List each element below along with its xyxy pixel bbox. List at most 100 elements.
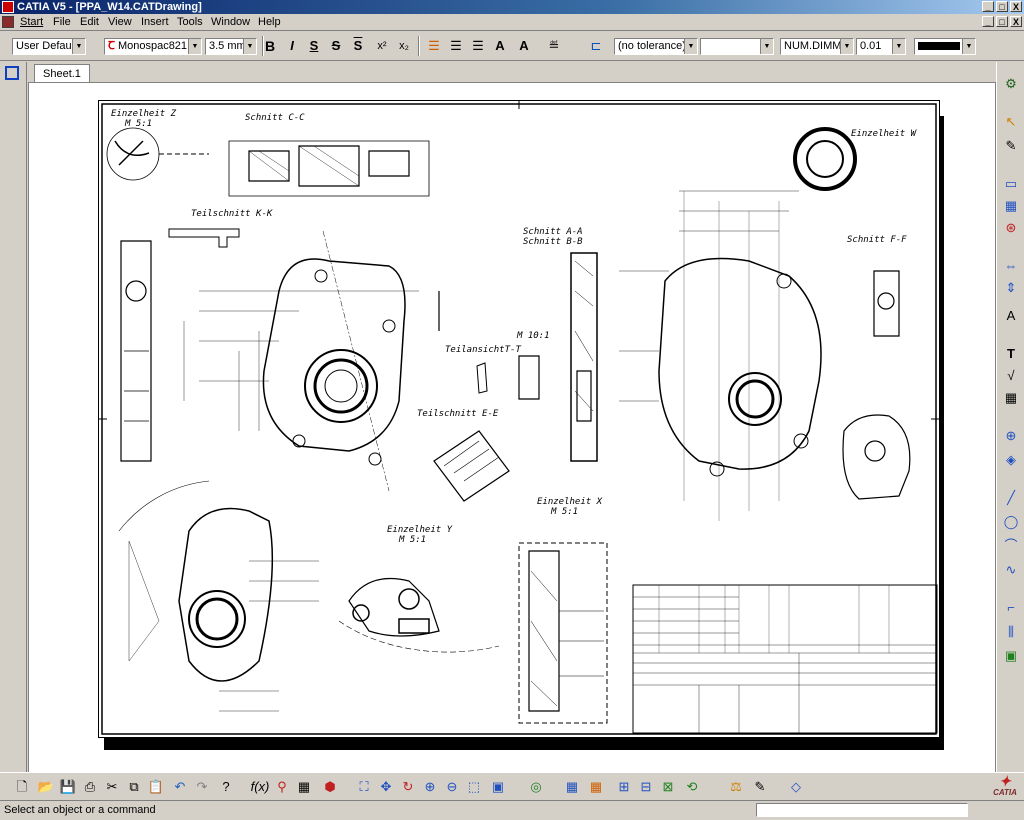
dimension-tools-icon[interactable]: ⇕ — [1001, 278, 1021, 298]
zoom-out-icon[interactable]: ⊖ — [442, 777, 462, 797]
help-icon[interactable]: ? — [216, 777, 236, 797]
views-icon[interactable]: ▦ — [1001, 196, 1021, 216]
select-arrow-icon[interactable]: ↖ — [1001, 112, 1021, 132]
numerical-format-combo[interactable]: NUM.DIMM ▼ — [780, 38, 854, 55]
minimize-button[interactable]: _ — [982, 1, 994, 12]
table-icon[interactable]: ▦ — [1001, 388, 1021, 408]
new-sheet-icon[interactable]: ▭ — [1001, 174, 1021, 194]
chevron-down-icon[interactable]: ▼ — [243, 39, 256, 54]
overline-button[interactable]: S — [348, 36, 368, 56]
menu-start[interactable]: Start — [20, 15, 43, 29]
zoom-in-icon[interactable]: ⊕ — [420, 777, 440, 797]
catalog-icon[interactable]: ⬢ — [320, 777, 340, 797]
label-einzelheit-z[interactable]: Einzelheit Z — [111, 109, 176, 119]
menu-tools[interactable]: Tools — [177, 15, 203, 29]
document-icon[interactable] — [2, 16, 14, 28]
label-teilschnitt-kk[interactable]: Teilschnitt K-K — [191, 209, 272, 219]
strikethrough-button[interactable]: S — [326, 36, 346, 56]
label-schnitt-aa[interactable]: Schnitt A-A — [523, 227, 583, 237]
3d-view-icon[interactable]: ◇ — [786, 777, 806, 797]
bold-button[interactable]: B — [260, 36, 280, 56]
label-teilschnitt-ee[interactable]: Teilschnitt E-E — [417, 409, 498, 419]
tab-sheet-1[interactable]: Sheet.1 — [34, 64, 90, 83]
chevron-down-icon[interactable]: ▼ — [684, 39, 697, 54]
menu-help[interactable]: Help — [258, 15, 281, 29]
constraints-icon[interactable]: ⊞ — [614, 777, 634, 797]
copy-icon[interactable]: ⧉ — [124, 777, 144, 797]
menu-file[interactable]: File — [53, 15, 71, 29]
label-einzelheit-y[interactable]: Einzelheit Y — [387, 525, 452, 535]
label-einzelheit-x[interactable]: Einzelheit X — [537, 497, 602, 507]
menu-edit[interactable]: Edit — [80, 15, 99, 29]
label-schnitt-ff[interactable]: Schnitt F-F — [847, 235, 907, 245]
label-scale-z[interactable]: M 5:1 — [125, 119, 152, 129]
tolerance-value-combo[interactable]: ▼ — [700, 38, 774, 55]
text-icon[interactable]: A — [1001, 306, 1021, 326]
area-fill-icon[interactable]: ◈ — [1001, 450, 1021, 470]
table-grid-icon[interactable]: ▦ — [294, 777, 314, 797]
insert-symbol-icon[interactable]: ≝ — [544, 36, 564, 56]
fit-all-icon[interactable]: ⛶ — [354, 777, 374, 797]
sketch-icon[interactable]: ✎ — [1001, 136, 1021, 156]
label-scale-10[interactable]: M 10:1 — [517, 331, 550, 341]
rotate-icon[interactable]: ↻ — [398, 777, 418, 797]
tolerance-combo[interactable]: (no tolerance) ▼ — [614, 38, 698, 55]
dimension-properties-icon[interactable]: ⊏ — [586, 36, 606, 56]
update-icon[interactable]: ◎ — [526, 777, 546, 797]
corner-icon[interactable]: ⌐ — [1001, 598, 1021, 618]
menu-window[interactable]: Window — [211, 15, 250, 29]
zoom-area-icon[interactable]: ⬚ — [464, 777, 484, 797]
chevron-down-icon[interactable]: ▼ — [892, 39, 905, 54]
spline-icon[interactable]: ∿ — [1001, 560, 1021, 580]
normal-view-icon[interactable]: ▣ — [488, 777, 508, 797]
measure-icon[interactable]: ✎ — [750, 777, 770, 797]
chevron-down-icon[interactable]: ▼ — [760, 39, 773, 54]
subscript-button[interactable]: x₂ — [394, 36, 414, 56]
chevron-down-icon[interactable]: ▼ — [840, 39, 853, 54]
chevron-down-icon[interactable]: ▼ — [188, 39, 201, 54]
filter-icon[interactable]: ⊠ — [658, 777, 678, 797]
pan-icon[interactable]: ✥ — [376, 777, 396, 797]
specification-tree-icon[interactable] — [5, 66, 19, 80]
save-icon[interactable]: 💾 — [58, 777, 78, 797]
align-left-icon[interactable]: ☰ — [424, 36, 444, 56]
chevron-down-icon[interactable]: ▼ — [962, 39, 975, 54]
line-color-combo[interactable]: ▼ — [914, 38, 976, 55]
doc-close-button[interactable]: X — [1010, 16, 1022, 27]
align-right-icon[interactable]: ☰ — [468, 36, 488, 56]
snap-grid-icon[interactable]: ▦ — [586, 777, 606, 797]
paste-icon[interactable]: 📋 — [146, 777, 166, 797]
close-button[interactable]: X — [1010, 1, 1022, 12]
align-center-icon[interactable]: ☰ — [446, 36, 466, 56]
axis-icon[interactable]: ⊕ — [1001, 426, 1021, 446]
underline-button[interactable]: S — [304, 36, 324, 56]
circle-icon[interactable]: ◯ — [1001, 512, 1021, 532]
position-icon[interactable]: ⚖ — [726, 777, 746, 797]
redo-icon[interactable]: ↷ — [192, 777, 212, 797]
line-icon[interactable]: ╱ — [1001, 488, 1021, 508]
drawing-sheet[interactable]: Einzelheit Z M 5:1 Schnitt C-C Einzelhei… — [98, 100, 940, 738]
catia-app-icon[interactable] — [2, 1, 14, 13]
knowledge-icon[interactable]: ⚲ — [272, 777, 292, 797]
frame-icon[interactable]: A — [514, 36, 534, 56]
undo-icon[interactable]: ↶ — [170, 777, 190, 797]
menu-view[interactable]: View — [108, 15, 132, 29]
italic-button[interactable]: I — [282, 36, 302, 56]
analysis-icon[interactable]: ▣ — [1001, 646, 1021, 666]
print-icon[interactable]: ⎙ — [80, 777, 100, 797]
menu-insert[interactable]: Insert — [141, 15, 169, 29]
font-size-combo[interactable]: 3.5 mm ▼ — [205, 38, 257, 55]
font-combo[interactable]: Ꞇ Monospac821 BT ▼ — [104, 38, 202, 55]
style-combo[interactable]: User Default Pr ▼ — [12, 38, 86, 55]
workbench-icon[interactable]: ⚙ — [1001, 74, 1021, 94]
label-scale-y[interactable]: M 5:1 — [399, 535, 426, 545]
maximize-button[interactable]: □ — [996, 1, 1008, 12]
label-schnitt-cc[interactable]: Schnitt C-C — [245, 113, 305, 123]
mirror-icon[interactable]: ⫼ — [1001, 622, 1021, 642]
open-folder-icon[interactable]: 📂 — [36, 777, 56, 797]
text-tool-icon[interactable]: T — [1001, 344, 1021, 364]
command-input[interactable] — [756, 803, 968, 817]
grid-icon[interactable]: ▦ — [562, 777, 582, 797]
label-scale-x[interactable]: M 5:1 — [551, 507, 578, 517]
doc-restore-button[interactable]: □ — [996, 16, 1008, 27]
